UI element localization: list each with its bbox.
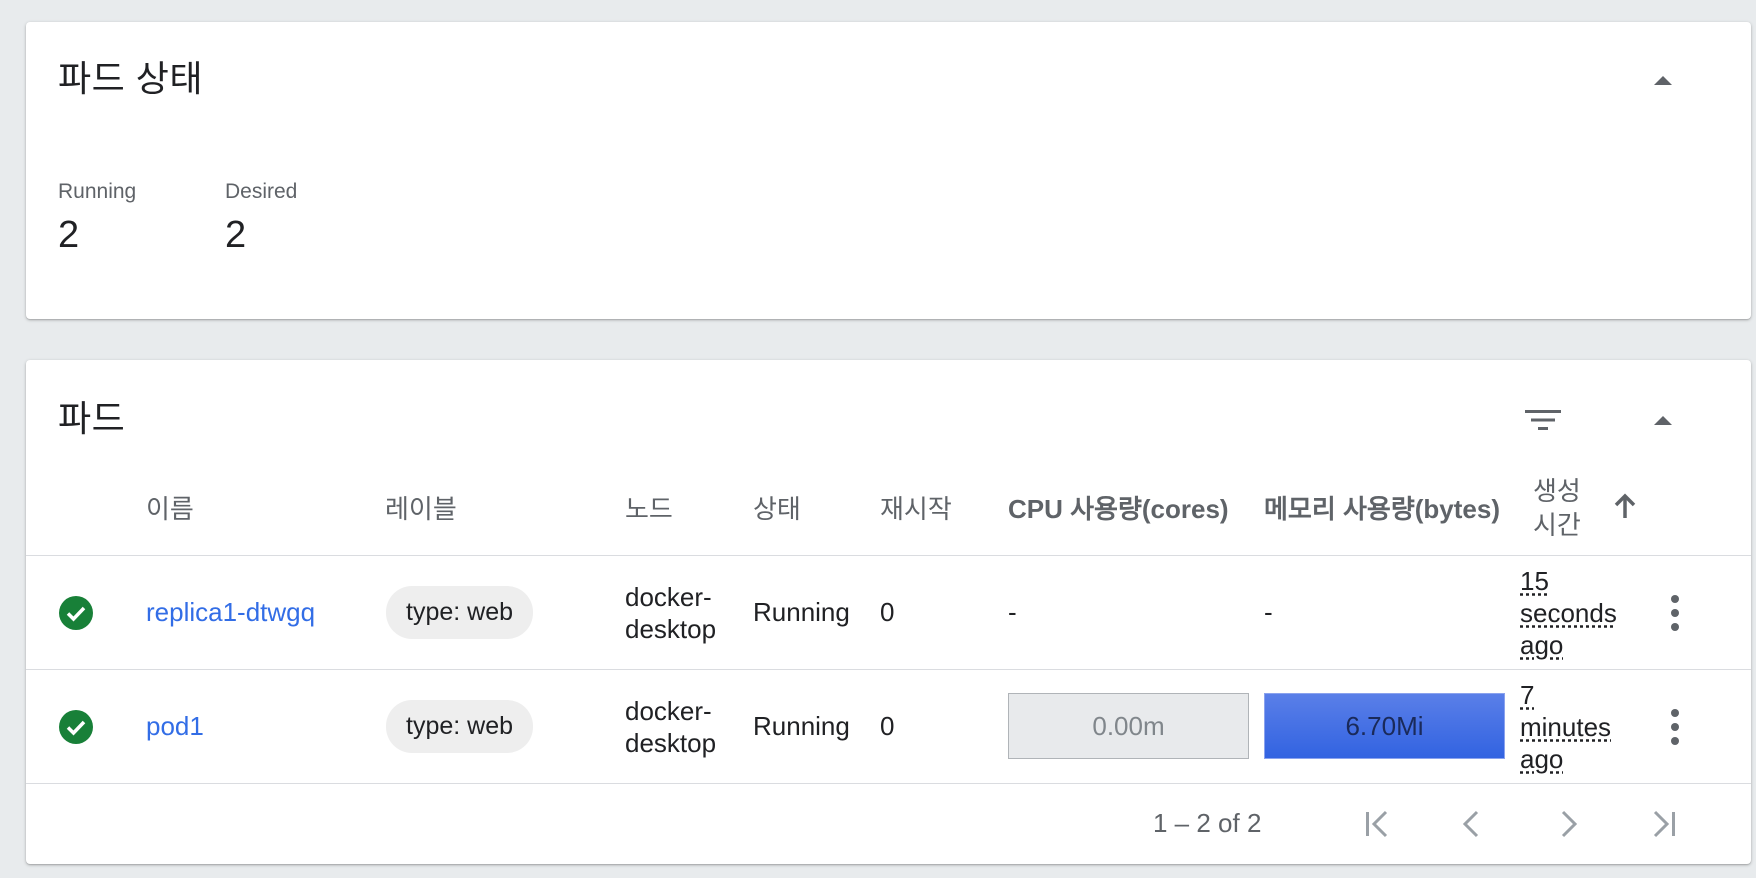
column-header-node: 노드: [625, 494, 673, 524]
arrow-up-icon[interactable]: [1610, 490, 1640, 524]
running-value: 2: [58, 214, 80, 256]
column-header-created[interactable]: 생성 시간: [1533, 460, 1593, 555]
table-row: replica1-dtwgq type: web docker-desktop …: [26, 556, 1751, 670]
restart-count: 0: [880, 711, 895, 741]
cpu-usage-bar: 0.00m: [1008, 693, 1249, 759]
more-vert-icon[interactable]: [1667, 703, 1683, 751]
column-header-restarts: 재시작: [880, 494, 952, 524]
memory-usage: -: [1264, 597, 1273, 627]
table-row: pod1 type: web docker-desktop Running 0 …: [26, 670, 1751, 784]
pod-status-card: 파드 상태 Running 2 Desired 2: [26, 22, 1751, 319]
cpu-usage: -: [1008, 597, 1017, 627]
column-header-labels: 레이블: [385, 494, 457, 524]
column-header-cpu: CPU 사용량(cores): [1008, 494, 1229, 524]
column-header-status: 상태: [753, 494, 801, 524]
pod-status-title: 파드 상태: [58, 58, 203, 99]
desired-label: Desired: [225, 180, 298, 203]
table-header: 이름 레이블 노드 상태 재시작 CPU 사용량(cores) 메모리 사용량(…: [26, 460, 1751, 556]
check-circle-icon: [59, 596, 93, 630]
pod-name-link[interactable]: replica1-dtwgq: [146, 597, 315, 628]
pods-title: 파드: [58, 398, 126, 439]
running-label: Running: [58, 180, 137, 203]
column-header-name[interactable]: 이름: [146, 460, 194, 555]
pod-name-link[interactable]: pod1: [146, 711, 204, 742]
more-vert-icon[interactable]: [1667, 589, 1683, 637]
column-header-memory: 메모리 사용량(bytes): [1264, 494, 1500, 524]
label-chip: type: web: [386, 700, 534, 753]
chevron-left-icon[interactable]: [1448, 800, 1496, 848]
pods-card: 파드 이름 레이블 노드 상태 재시작 CPU 사용량(cores) 메모리 사…: [26, 360, 1751, 864]
desired-metric: Desired 2: [225, 180, 297, 257]
desired-value: 2: [225, 214, 247, 256]
restart-count: 0: [880, 597, 895, 627]
first-page-icon[interactable]: [1353, 800, 1401, 848]
check-circle-icon: [59, 710, 93, 744]
pod-status: Running: [753, 597, 850, 627]
page-range-label: 1 – 2 of 2: [1153, 808, 1262, 838]
chevron-up-icon[interactable]: [1639, 396, 1687, 444]
chevron-up-icon[interactable]: [1639, 56, 1687, 104]
last-page-icon[interactable]: [1640, 800, 1688, 848]
label-chip: type: web: [386, 586, 534, 639]
memory-usage-bar: 6.70Mi: [1264, 693, 1505, 759]
filter-icon[interactable]: [1519, 396, 1567, 444]
pod-status: Running: [753, 711, 850, 741]
chevron-right-icon[interactable]: [1544, 800, 1592, 848]
pod-age: 7 minutes ago: [1520, 679, 1612, 774]
node-name: docker-desktop: [625, 581, 717, 644]
node-name: docker-desktop: [625, 695, 717, 758]
paginator: 1 – 2 of 2: [26, 784, 1751, 864]
pod-age: 15 seconds ago: [1520, 565, 1617, 660]
running-metric: Running 2: [58, 180, 136, 257]
